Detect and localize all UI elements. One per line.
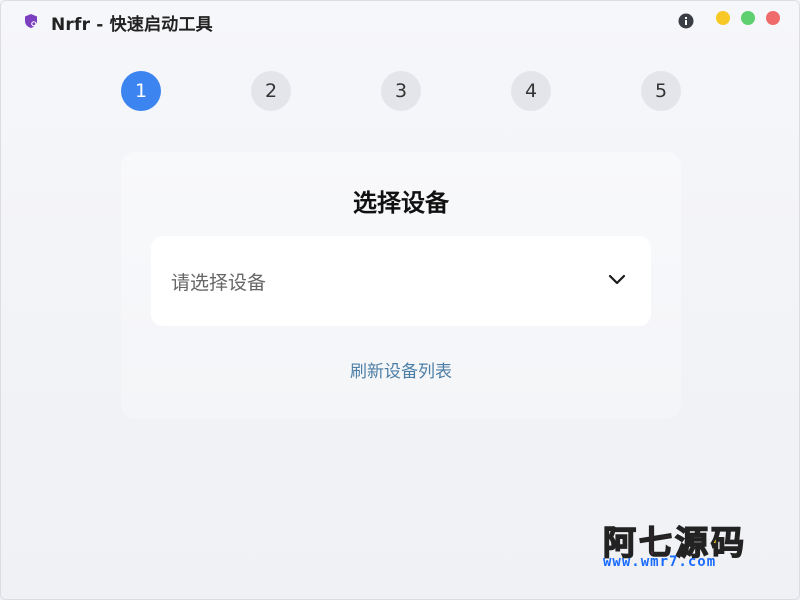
device-select-placeholder: 请选择设备: [171, 272, 267, 294]
watermark: 阿七源码 www.wmr7.com: [601, 516, 771, 576]
chevron-down-icon: [608, 274, 626, 285]
window-title: Nrfr - 快速启动工具: [51, 15, 213, 35]
device-select[interactable]: 请选择设备: [151, 236, 651, 326]
refresh-devices-link[interactable]: 刷新设备列表: [1, 357, 799, 382]
watermark-logo-char: 码: [710, 522, 747, 563]
close-button[interactable]: [766, 11, 780, 25]
app-window: Nrfr - 快速启动工具 1 2 3 4 5 选择设备 请选择设备 刷新设备列…: [0, 0, 800, 600]
info-icon[interactable]: [678, 13, 694, 29]
watermark-url: www.wmr7.com: [603, 554, 717, 570]
step-1[interactable]: 1: [121, 71, 161, 111]
title-bar[interactable]: Nrfr - 快速启动工具: [1, 1, 799, 41]
step-2[interactable]: 2: [251, 71, 291, 111]
maximize-button[interactable]: [741, 11, 755, 25]
minimize-button[interactable]: [716, 11, 730, 25]
shield-icon: [25, 14, 37, 28]
card-title: 选择设备: [353, 189, 449, 217]
step-5[interactable]: 5: [641, 71, 681, 111]
step-3[interactable]: 3: [381, 71, 421, 111]
step-4[interactable]: 4: [511, 71, 551, 111]
